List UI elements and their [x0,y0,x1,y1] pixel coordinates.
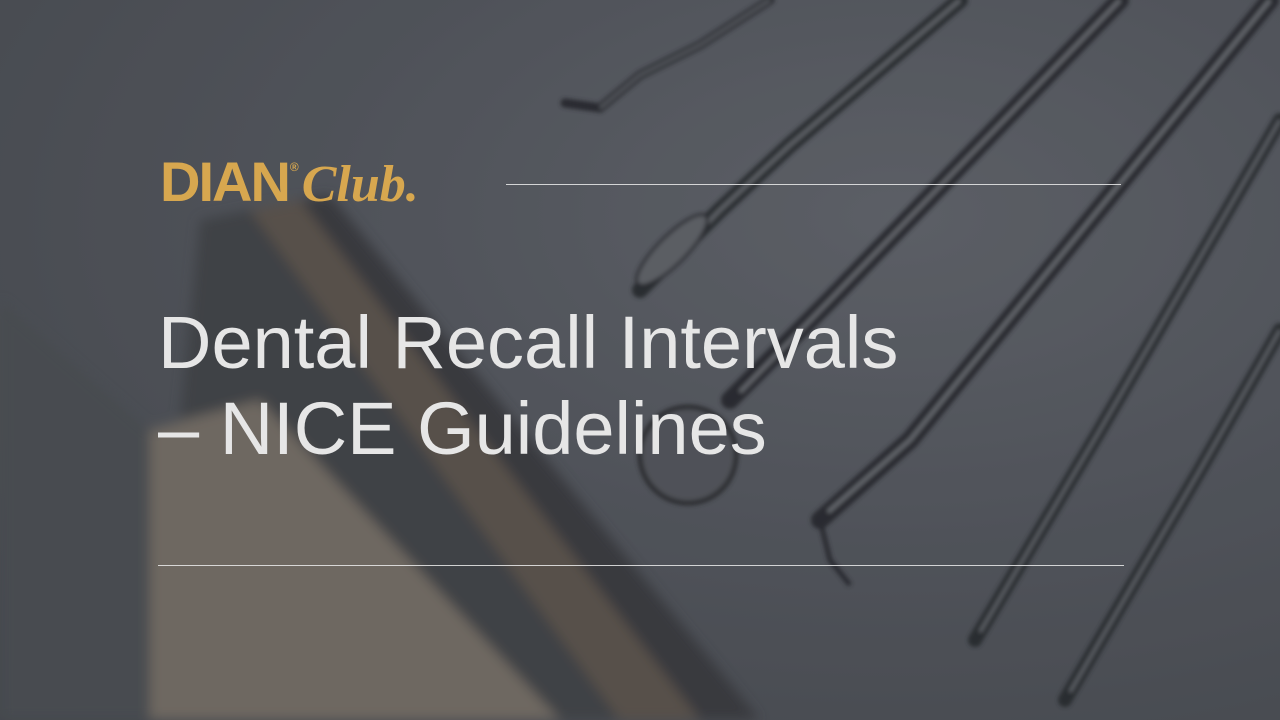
title-line-1: Dental Recall Intervals [158,301,899,384]
slide-title: Dental Recall Intervals – NICE Guideline… [158,300,1118,472]
logo-registered-mark: ® [289,160,299,174]
title-slide: DIAN ® Club. Dental Recall Intervals – N… [0,0,1280,720]
logo-sub-brand-text: Club. [301,156,419,213]
bottom-divider [158,565,1124,566]
logo-brand-text: DIAN [160,150,291,213]
title-line-2: – NICE Guidelines [158,387,767,470]
top-divider [506,184,1121,185]
dian-club-logo: DIAN ® Club. [160,150,419,220]
